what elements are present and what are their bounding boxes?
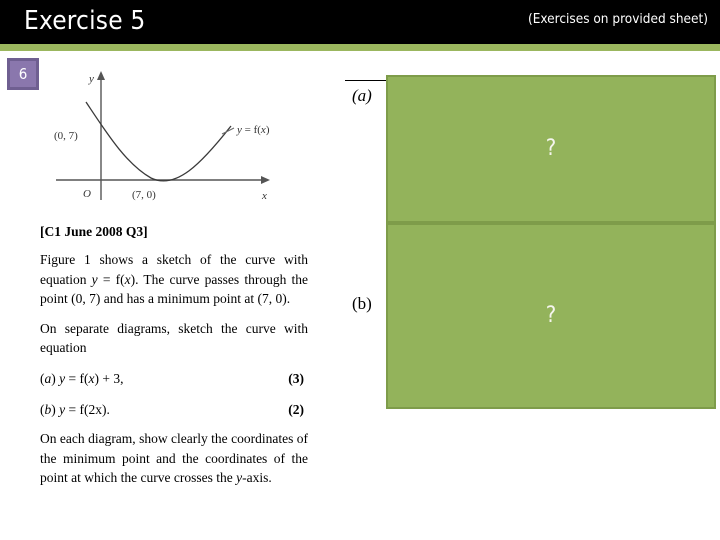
question-part-a-equation: y = f(x) + 3, [59,370,124,386]
svg-text:y = f(x): y = f(x) [236,124,270,136]
curve-sketch-figure: y x O (0, 7) (7, 0) y = f(x) [46,60,316,210]
header-accent-bar [0,44,720,51]
question-panel: y x O (0, 7) (7, 0) y = f(x) [C1 June 20… [40,60,320,488]
question-part-b: (b) y = f(2x). (2) [40,400,308,420]
question-part-a-label: (a) [40,370,56,386]
answer-placeholder-b[interactable]: ? [386,223,716,409]
question-closing: On each diagram, show clearly the coordi… [40,431,308,486]
question-source: [C1 June 2008 Q3] [40,224,148,239]
answer-question-mark-a: ? [545,135,557,161]
answer-placeholder-a[interactable]: ? [386,75,716,223]
question-part-a-marks: (3) [288,370,304,386]
svg-text:y: y [88,73,94,85]
page-title: Exercise 5 [24,6,146,36]
question-part-b-marks: (2) [288,401,304,417]
slide-number-badge: 6 [7,58,39,90]
question-part-a: (a) y = f(x) + 3, (3) [40,369,308,389]
answer-label-a: (a) [352,86,372,105]
question-intro: Figure 1 shows a sketch of the curve wit… [40,252,308,307]
svg-text:O: O [83,188,91,200]
header-note: (Exercises on provided sheet) [527,11,708,27]
question-part-b-equation: y = f(2x). [59,401,110,417]
answer-question-mark-b: ? [545,302,557,328]
answer-label-b: (b) [352,294,372,313]
question-part-b-label: (b) [40,401,56,417]
question-instruction: On separate diagrams, sketch the curve w… [40,320,308,356]
svg-text:x: x [261,190,267,202]
answer-label-rule [345,80,387,81]
svg-text:(0, 7): (0, 7) [54,130,78,142]
svg-text:(7, 0): (7, 0) [132,189,156,201]
